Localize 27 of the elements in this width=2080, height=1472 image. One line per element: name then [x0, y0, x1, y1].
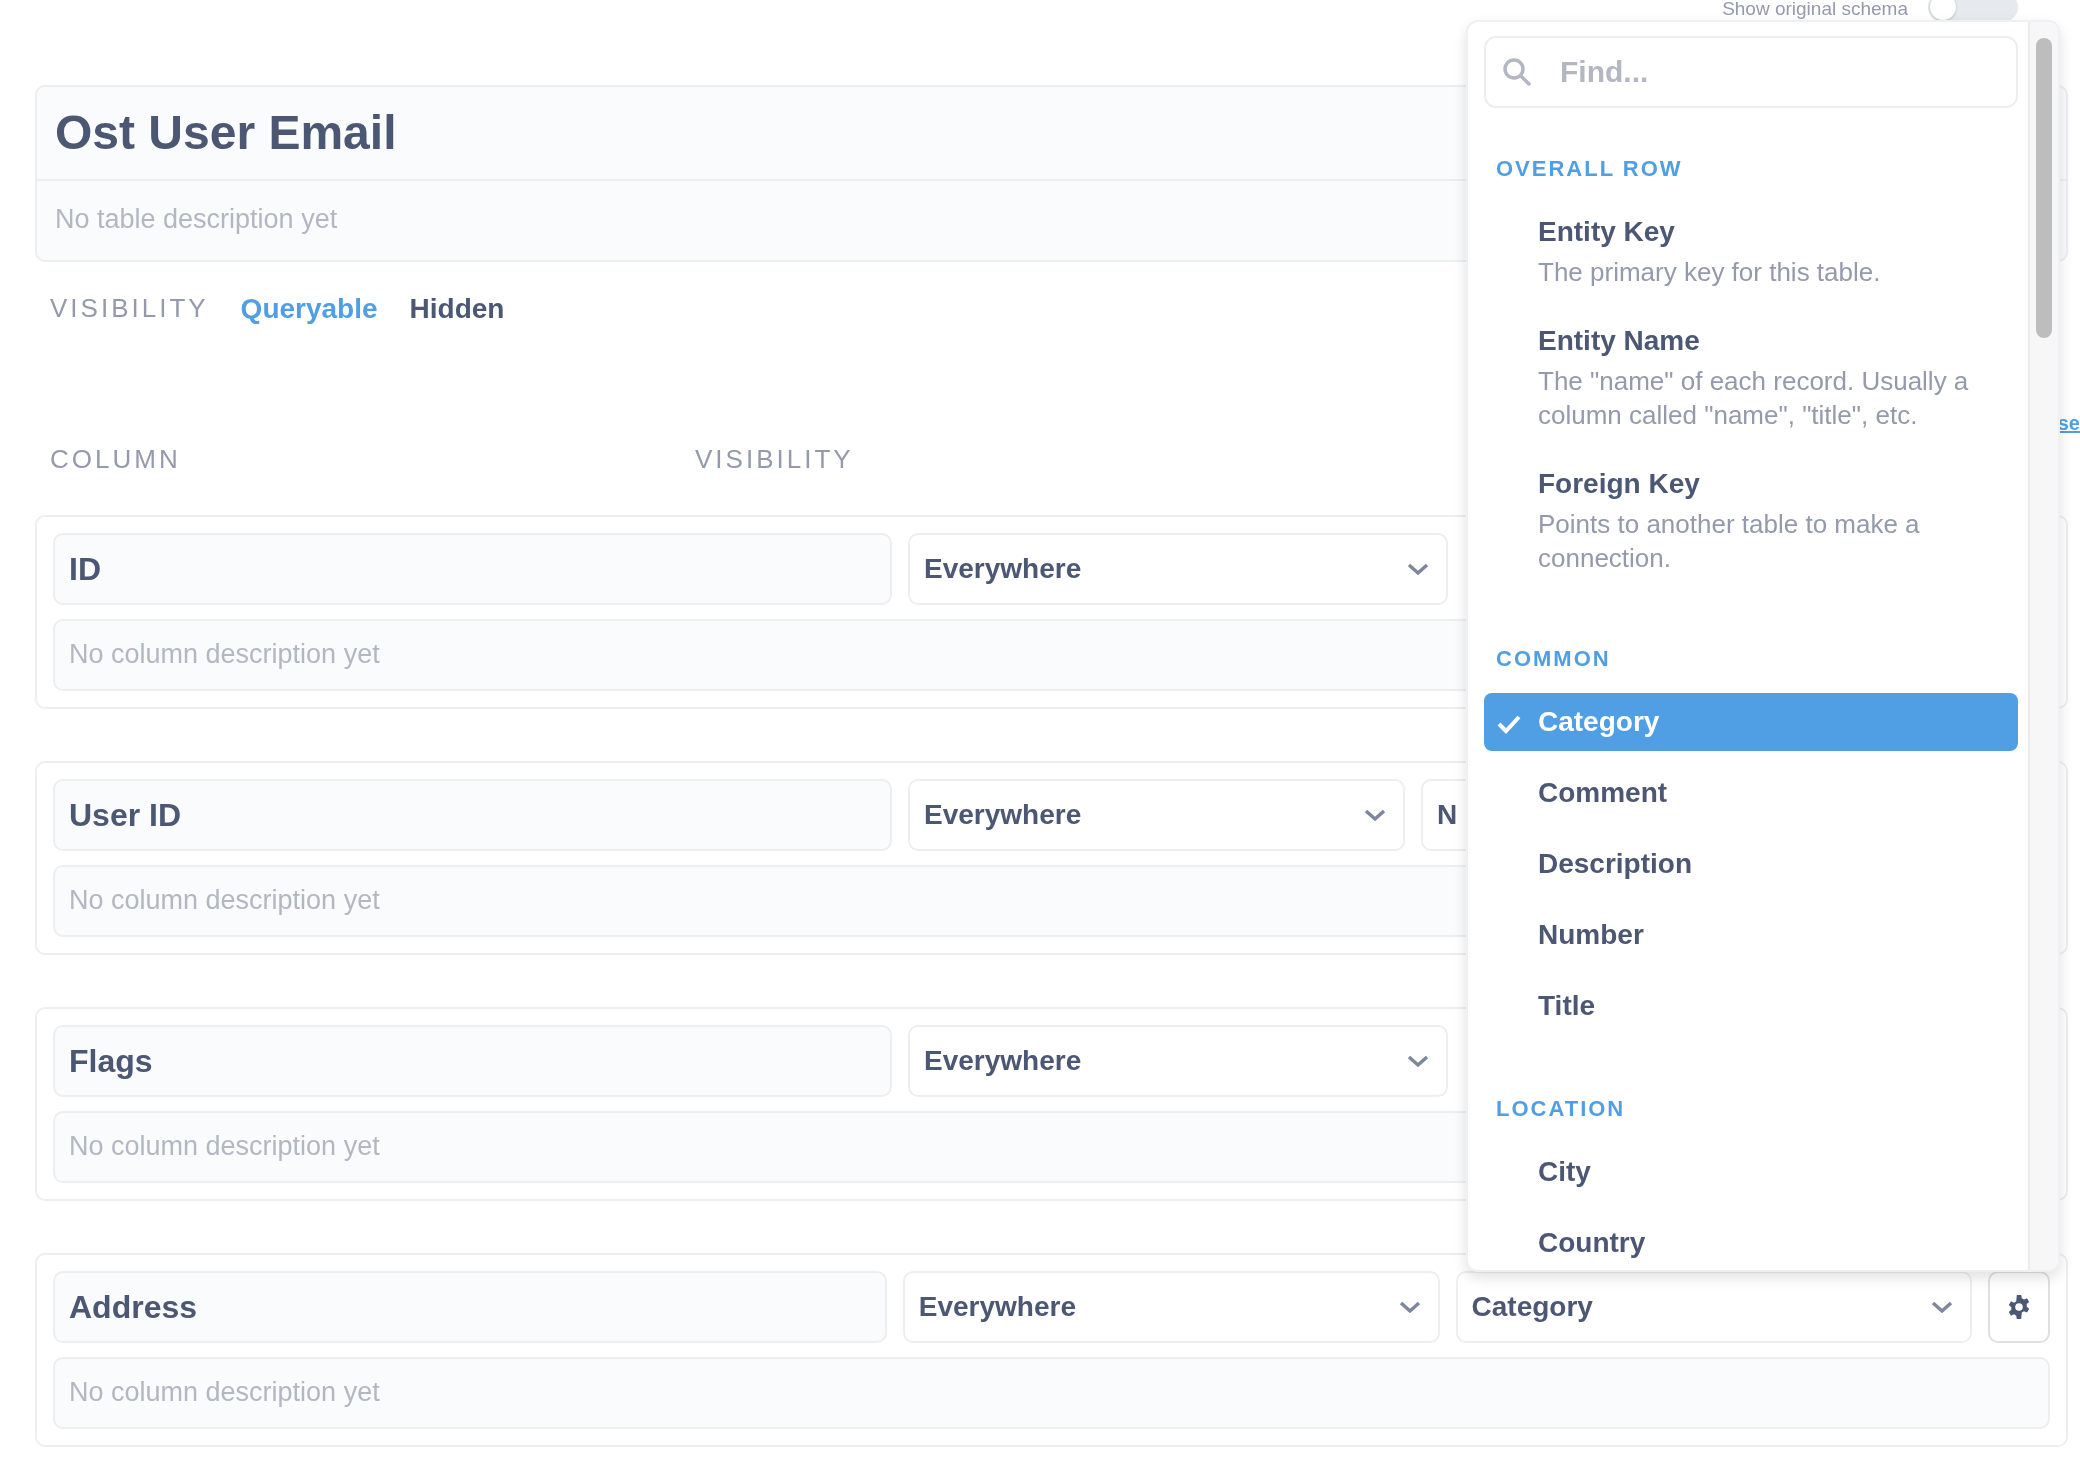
- toggle-switch[interactable]: [1928, 0, 2018, 22]
- column-header: COLUMN: [50, 442, 182, 476]
- scrollbar-thumb[interactable]: [2036, 38, 2052, 338]
- column-name-field[interactable]: Flags: [53, 1024, 892, 1097]
- menu-item[interactable]: Foreign Key Points to another table to make a connection.: [1484, 455, 2018, 585]
- section-header: OVERALL ROW: [1495, 155, 1684, 183]
- section-header: COMMON: [1495, 645, 1612, 673]
- type-select[interactable]: Category: [1455, 1270, 1973, 1343]
- search-field[interactable]: Find...: [1484, 36, 2018, 108]
- column-name-field[interactable]: User ID: [53, 778, 892, 851]
- column-name-field[interactable]: ID: [53, 532, 892, 605]
- check-icon: [1496, 713, 1522, 734]
- settings-button[interactable]: [1988, 1270, 2050, 1343]
- menu-item[interactable]: Comment: [1484, 764, 2018, 822]
- menu-item[interactable]: Entity Name The "name" of each record. Usually a column called "name", "title", etc.: [1484, 312, 2018, 442]
- column-name-field[interactable]: Address: [53, 1270, 887, 1343]
- visibility-select[interactable]: Everywhere: [908, 1024, 1448, 1097]
- column-header: VISIBILITY: [695, 442, 854, 476]
- visibility-label: VISIBILITY: [50, 292, 209, 325]
- toggle-label: Show original schema: [1722, 0, 1908, 18]
- visibility-option[interactable]: Hidden: [409, 287, 505, 330]
- visibility-select[interactable]: Everywhere: [908, 532, 1448, 605]
- menu-item[interactable]: Entity Key The primary key for this table.: [1484, 203, 2018, 299]
- visibility-select[interactable]: Everywhere: [908, 778, 1405, 851]
- menu-item[interactable]: Title: [1484, 977, 2018, 1035]
- menu-item[interactable]: Country: [1484, 1214, 2018, 1270]
- visibility-select[interactable]: Everywhere: [902, 1270, 1440, 1343]
